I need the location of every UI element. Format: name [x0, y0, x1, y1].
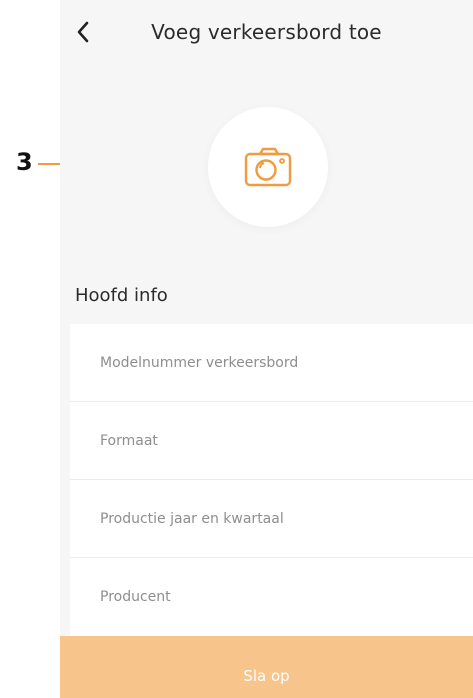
header: Voeg verkeersbord toe — [60, 0, 473, 66]
save-button-label: Sla op — [243, 667, 290, 685]
field-manufacturer — [70, 558, 473, 636]
section-title-main-info: Hoofd info — [75, 285, 168, 306]
add-photo-button[interactable] — [208, 107, 328, 227]
production-year-input[interactable] — [100, 510, 440, 527]
camera-icon — [244, 147, 292, 187]
model-number-input[interactable] — [100, 354, 440, 371]
format-input[interactable] — [100, 432, 440, 449]
screen: 3 Voeg verkeersbord toe Hoofd info Model… — [0, 0, 473, 698]
page-title: Voeg verkeersbord toe — [151, 20, 382, 44]
app-screen: Voeg verkeersbord toe Hoofd info Modelnu… — [60, 0, 473, 698]
main-info-form — [70, 324, 473, 636]
field-format — [70, 402, 473, 480]
manufacturer-input[interactable] — [100, 589, 440, 605]
field-model-number — [70, 324, 473, 402]
annotation-number: 3 — [16, 148, 33, 176]
field-production-year — [70, 480, 473, 558]
save-button[interactable]: Sla op — [60, 636, 473, 698]
